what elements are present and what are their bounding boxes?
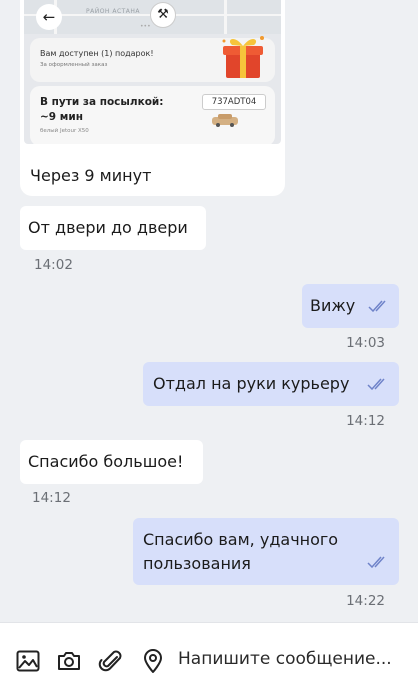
incoming-image-message[interactable]: ← РАЙОН АСТАНА ⚒ ••• Вам доступен (1) по… bbox=[20, 0, 285, 196]
incoming-message-bubble[interactable]: От двери до двери bbox=[20, 206, 206, 250]
outgoing-message-bubble[interactable]: Спасибо вам, удачного пользования bbox=[133, 518, 399, 585]
message-time: 14:03 bbox=[346, 335, 385, 351]
read-checkmark-icon bbox=[367, 378, 385, 390]
outgoing-message-bubble[interactable]: Вижу bbox=[302, 284, 399, 328]
message-text: От двери до двери bbox=[28, 218, 188, 237]
incoming-message-bubble[interactable]: Спасибо большое! bbox=[20, 440, 203, 484]
courier-pin-icon: ⚒ bbox=[150, 2, 176, 28]
delivery-status-card: В пути за посылкой: ~9 мин белый Jetour … bbox=[30, 86, 275, 144]
delivery-status-text: В пути за посылкой: bbox=[40, 96, 164, 108]
chat-area[interactable]: ← РАЙОН АСТАНА ⚒ ••• Вам доступен (1) по… bbox=[0, 0, 418, 622]
car-icon bbox=[212, 114, 238, 127]
message-time: 14:12 bbox=[346, 413, 385, 429]
car-model: белый Jetour X50 bbox=[40, 128, 89, 134]
message-text: Спасибо большое! bbox=[28, 452, 184, 471]
delivery-map-screenshot[interactable]: ← РАЙОН АСТАНА ⚒ ••• Вам доступен (1) по… bbox=[24, 0, 281, 144]
message-time: 14:02 bbox=[34, 257, 73, 273]
delivery-eta: ~9 мин bbox=[40, 111, 83, 123]
message-text: Спасибо вам, удачного пользования bbox=[143, 530, 339, 573]
message-composer: Напишите сообщение... bbox=[0, 622, 418, 699]
gift-banner: Вам доступен (1) подарок! За оформленный… bbox=[30, 36, 275, 82]
license-plate: 737ADT04 bbox=[202, 94, 266, 110]
paperclip-icon[interactable] bbox=[98, 648, 124, 674]
message-time: 14:22 bbox=[346, 593, 385, 609]
gift-banner-subtitle: За оформленный заказ bbox=[40, 62, 108, 68]
location-icon[interactable] bbox=[140, 648, 166, 674]
image-icon[interactable] bbox=[15, 648, 41, 674]
read-checkmark-icon bbox=[367, 556, 385, 568]
map-dot-icon: ••• bbox=[140, 23, 151, 30]
map-street-label: РАЙОН АСТАНА bbox=[86, 8, 141, 15]
gift-banner-title: Вам доступен (1) подарок! bbox=[40, 49, 154, 58]
image-caption: Через 9 минут bbox=[30, 166, 152, 185]
map-road bbox=[224, 0, 227, 34]
outgoing-message-bubble[interactable]: Отдал на руки курьеру bbox=[143, 362, 399, 406]
back-arrow-icon: ← bbox=[36, 4, 62, 30]
camera-icon[interactable] bbox=[56, 648, 82, 674]
gift-box-icon bbox=[222, 36, 264, 78]
message-input[interactable]: Напишите сообщение... bbox=[178, 649, 392, 669]
message-time: 14:12 bbox=[32, 490, 71, 506]
message-text: Отдал на руки курьеру bbox=[153, 374, 350, 393]
read-checkmark-icon bbox=[368, 300, 386, 312]
